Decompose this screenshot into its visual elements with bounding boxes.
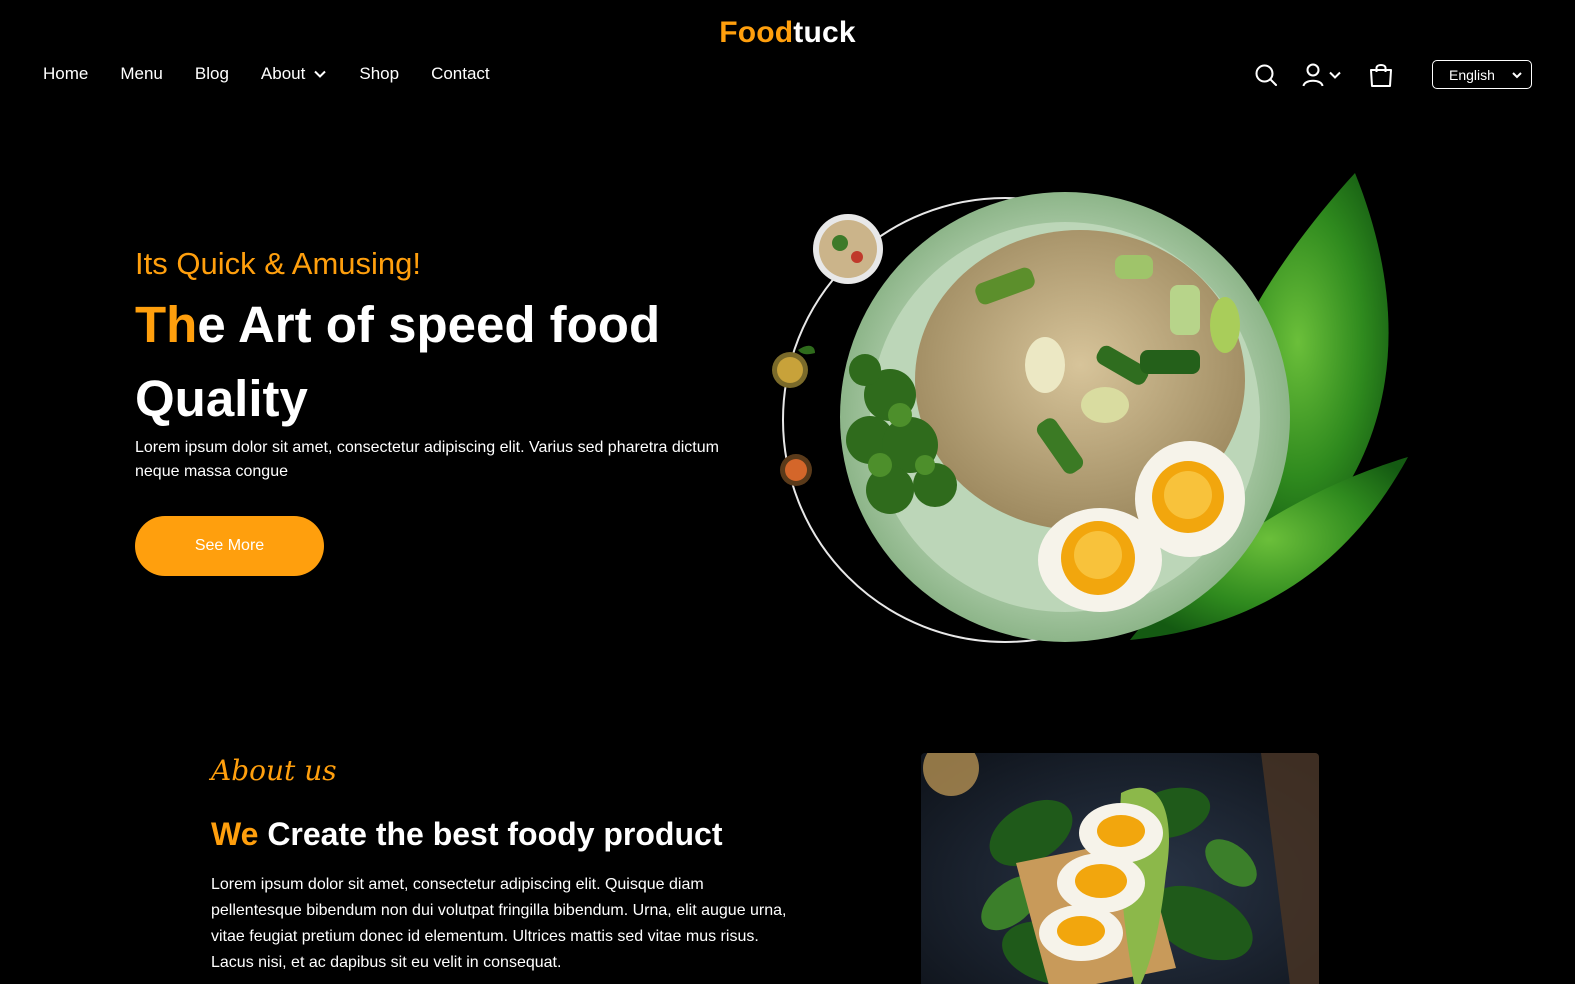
search-button[interactable] bbox=[1254, 63, 1278, 87]
chevron-down-icon bbox=[314, 70, 327, 78]
nav-item-shop[interactable]: Shop bbox=[359, 64, 399, 84]
nav-item-blog[interactable]: Blog bbox=[195, 64, 229, 84]
cart-button[interactable] bbox=[1368, 62, 1394, 88]
header-actions: English bbox=[1254, 60, 1532, 89]
nav-item-label: Blog bbox=[194, 64, 229, 83]
nav-item-label: Contact bbox=[431, 64, 490, 83]
nav-item-label: Shop bbox=[359, 64, 400, 83]
language-select[interactable]: English bbox=[1432, 60, 1532, 89]
hero-title-rest: e Art of speed food Quality bbox=[135, 296, 661, 427]
about-eyebrow: About us bbox=[211, 754, 337, 787]
hero-eyebrow: Its Quick & Amusing! bbox=[135, 246, 421, 281]
main-nav: Home Menu Blog About Shop Contact bbox=[43, 64, 490, 84]
search-icon bbox=[1255, 64, 1277, 86]
nav-item-home[interactable]: Home bbox=[43, 64, 88, 84]
nav-item-contact[interactable]: Contact bbox=[431, 64, 490, 84]
user-icon bbox=[1302, 63, 1324, 86]
about-title-rest: Create the best foody product bbox=[258, 816, 723, 852]
shopping-bag-icon bbox=[1370, 63, 1392, 87]
hero-title: The Art of speed food Quality bbox=[135, 288, 755, 436]
nav-item-label: Home bbox=[43, 64, 89, 83]
about-title: We Create the best foody product bbox=[211, 816, 722, 853]
hero-title-accent: Th bbox=[135, 296, 198, 353]
nav-item-label: Menu bbox=[120, 64, 163, 83]
nav-item-menu[interactable]: Menu bbox=[120, 64, 163, 84]
hero-dish-image bbox=[772, 173, 1408, 643]
chevron-down-icon bbox=[1329, 71, 1341, 79]
see-more-button[interactable]: See More bbox=[135, 516, 324, 576]
about-title-accent: We bbox=[211, 816, 259, 852]
about-food-image bbox=[921, 753, 1319, 984]
chevron-down-icon bbox=[1512, 71, 1522, 78]
logo-rest: tuck bbox=[793, 16, 856, 49]
site-logo[interactable]: Foodtuck bbox=[0, 16, 1575, 50]
account-button[interactable] bbox=[1302, 63, 1342, 87]
about-description: Lorem ipsum dolor sit amet, consectetur … bbox=[211, 876, 787, 971]
nav-item-about[interactable]: About bbox=[261, 64, 327, 84]
nav-item-label: About bbox=[260, 64, 306, 83]
logo-accent: Food bbox=[719, 16, 794, 49]
hero-description: Lorem ipsum dolor sit amet, consectetur … bbox=[135, 439, 719, 480]
language-value: English bbox=[1449, 66, 1495, 83]
